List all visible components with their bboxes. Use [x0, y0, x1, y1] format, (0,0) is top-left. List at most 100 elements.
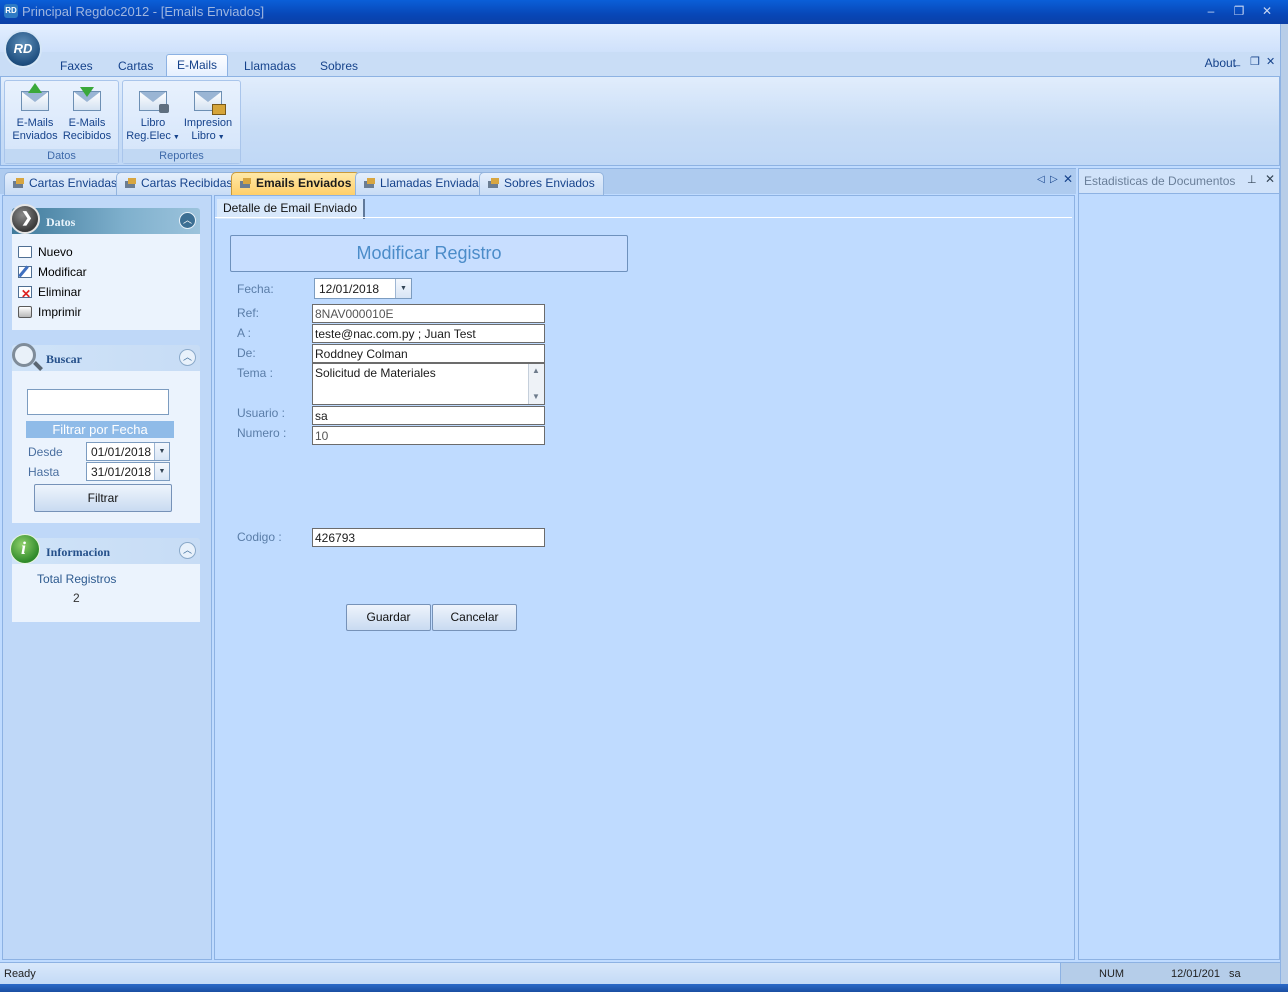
info-panel-title: Informacion — [46, 545, 110, 559]
codigo-field[interactable]: 426793 — [312, 528, 545, 547]
emails-recibidos-label-1: E-Mails — [68, 117, 106, 129]
close-tab-icon[interactable]: ✕ — [1063, 172, 1073, 186]
info-panel-header[interactable]: i Informacion ︿ — [10, 534, 200, 564]
window-edge — [1280, 24, 1288, 984]
impresion-libro-label-1: Impresion — [183, 117, 233, 129]
mail-print-icon — [192, 85, 226, 115]
info-icon: i — [10, 534, 40, 564]
ref-field[interactable]: 8NAV000010E — [312, 304, 545, 323]
restore-button[interactable]: ❐ — [1230, 3, 1248, 19]
detail-subtab[interactable]: Detalle de Email Enviado — [217, 199, 366, 219]
pin-icon[interactable]: ⊥ — [1247, 173, 1257, 186]
fecha-value: 12/01/2018 — [319, 282, 380, 296]
task-eliminar[interactable]: Eliminar — [12, 282, 200, 304]
task-modificar[interactable]: Modificar — [12, 262, 200, 282]
doc-tab-cartas-recibidas[interactable]: Cartas Recibidas — [116, 172, 242, 195]
group-label-datos: Datos — [5, 149, 118, 163]
group-label-reportes: Reportes — [123, 149, 240, 163]
usuario-label: Usuario : — [237, 406, 286, 420]
ribbon-tab-sobres[interactable]: Sobres — [310, 57, 368, 77]
search-input[interactable] — [27, 389, 169, 415]
hasta-date-field[interactable]: 31/01/2018 ▼ — [86, 462, 170, 481]
ribbon-group-reportes: Libro Reg.Elec ▼ Impresion Libro ▼ Repor… — [122, 80, 241, 164]
close-button[interactable]: ✕ — [1258, 3, 1276, 19]
fecha-date-field[interactable]: 12/01/2018 ▼ — [314, 278, 412, 299]
divider — [215, 217, 1072, 218]
buscar-panel-title: Buscar — [46, 352, 82, 366]
delete-icon — [18, 284, 32, 304]
chevron-down-icon[interactable]: ▼ — [395, 279, 411, 298]
doc-tab-label: Cartas Enviadas — [29, 176, 118, 190]
chevron-down-icon[interactable]: ▼ — [154, 443, 169, 460]
filter-date-header: Filtrar por Fecha — [26, 421, 174, 438]
document-icon — [364, 178, 376, 189]
libro-reg-elec-button[interactable]: Libro Reg.Elec ▼ — [126, 85, 180, 144]
emails-enviados-label-1: E-Mails — [16, 117, 54, 129]
os-taskbar — [0, 984, 1288, 992]
mdi-minimize-button[interactable]: _ — [1234, 55, 1240, 67]
mdi-close-button[interactable]: ✕ — [1266, 55, 1275, 68]
usuario-field[interactable]: sa — [312, 406, 545, 425]
datos-panel-body: Nuevo Modificar Eliminar Imprimir — [12, 234, 200, 330]
document-icon — [13, 178, 25, 189]
collapse-icon[interactable]: ︿ — [179, 212, 196, 229]
emails-enviados-label-2: Enviados — [12, 130, 58, 142]
scroll-right-icon[interactable]: ▷ — [1050, 174, 1058, 185]
task-nuevo[interactable]: Nuevo — [12, 242, 200, 262]
ribbon-tab-cartas[interactable]: Cartas — [108, 57, 163, 77]
doc-tab-sobres-enviados[interactable]: Sobres Enviados — [479, 172, 604, 195]
ribbon-group-datos: E-Mails Enviados E-Mails Recibidos Datos — [4, 80, 119, 164]
form-title: Modificar Registro — [230, 235, 628, 272]
datos-panel-header[interactable]: ❯ Datos ︿ — [10, 204, 200, 234]
app-orb-button[interactable]: RD — [4, 30, 42, 68]
impresion-libro-button[interactable]: Impresion Libro ▼ — [181, 85, 235, 144]
close-pane-icon[interactable]: ✕ — [1265, 172, 1275, 186]
desde-value: 01/01/2018 — [91, 445, 152, 459]
tema-value: Solicitud de Materiales — [315, 366, 436, 380]
doc-tab-label: Llamadas Enviadas — [380, 176, 485, 190]
datos-panel: ❯ Datos ︿ Nuevo Modificar Eliminar Impri… — [10, 204, 200, 330]
chevron-down-icon[interactable]: ▼ — [154, 463, 169, 480]
window-title: Principal Regdoc2012 - [Emails Enviados] — [22, 4, 265, 19]
scroll-down-icon[interactable]: ▼ — [532, 392, 540, 401]
mdi-restore-button[interactable]: ❐ — [1250, 55, 1260, 68]
task-imprimir[interactable]: Imprimir — [12, 302, 200, 322]
emails-enviados-button[interactable]: E-Mails Enviados — [8, 83, 62, 143]
cancelar-button[interactable]: Cancelar — [432, 604, 517, 631]
emails-recibidos-button[interactable]: E-Mails Recibidos — [60, 85, 114, 143]
buscar-panel-header[interactable]: Buscar ︿ — [12, 343, 200, 371]
total-registros-value: 2 — [73, 591, 80, 605]
scrollbar[interactable]: ▲ ▼ — [528, 364, 544, 404]
numero-field[interactable]: 10 — [312, 426, 545, 445]
de-field[interactable]: Roddney Colman — [312, 344, 545, 363]
status-bar: Ready NUM 12/01/201 sa — [0, 962, 1280, 985]
collapse-icon[interactable]: ︿ — [179, 349, 196, 366]
doc-tab-llamadas-enviadas[interactable]: Llamadas Enviadas — [355, 172, 494, 195]
ribbon-tab-llamadas[interactable]: Llamadas — [234, 57, 306, 77]
filtrar-button[interactable]: Filtrar — [34, 484, 172, 512]
tema-textarea[interactable]: Solicitud de Materiales ▲ ▼ — [312, 363, 545, 405]
doc-tab-label: Cartas Recibidas — [141, 176, 233, 190]
document-tab-strip: Cartas Enviadas Cartas Recibidas Emails … — [0, 168, 1076, 195]
doc-tab-emails-enviados[interactable]: Emails Enviados — [231, 172, 361, 195]
task-label: Imprimir — [38, 305, 82, 319]
stats-pane-header: Estadisticas de Documentos ⊥ ✕ — [1078, 168, 1280, 194]
doc-tab-cartas-enviadas[interactable]: Cartas Enviadas — [4, 172, 127, 195]
edit-icon — [18, 266, 32, 278]
num-lock-indicator: NUM — [1099, 968, 1125, 980]
a-field[interactable]: teste@nac.com.py ; Juan Test — [312, 324, 545, 343]
minimize-button[interactable]: – — [1202, 3, 1220, 19]
collapse-icon[interactable]: ︿ — [179, 542, 196, 559]
ribbon-tab-faxes[interactable]: Faxes — [50, 57, 103, 77]
hasta-label: Hasta — [28, 465, 60, 479]
task-label: Nuevo — [38, 245, 73, 259]
guardar-button[interactable]: Guardar — [346, 604, 431, 631]
ribbon-tab-emails[interactable]: E-Mails — [166, 54, 229, 77]
ribbon: E-Mails Enviados E-Mails Recibidos Datos… — [0, 76, 1280, 166]
about-link[interactable]: About — [1205, 56, 1236, 70]
desde-date-field[interactable]: 01/01/2018 ▼ — [86, 442, 170, 461]
document-icon — [240, 178, 252, 189]
scroll-left-icon[interactable]: ◁ — [1037, 174, 1045, 185]
doc-tab-label: Emails Enviados — [256, 176, 352, 190]
scroll-up-icon[interactable]: ▲ — [532, 366, 540, 375]
